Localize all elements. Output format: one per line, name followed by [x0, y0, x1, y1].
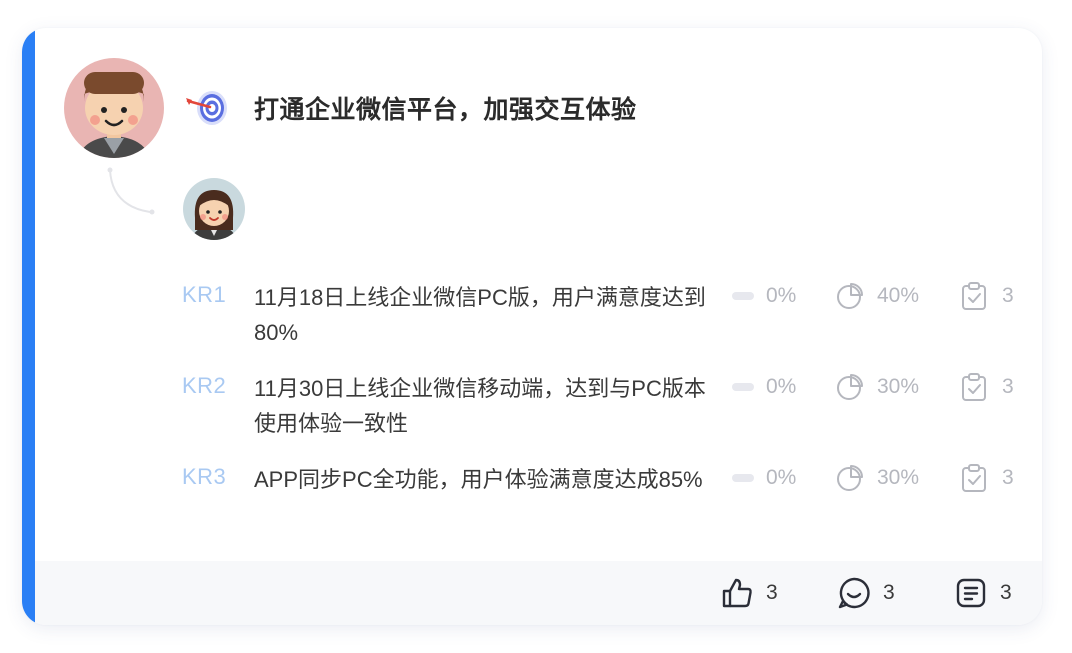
task-count: 3	[1002, 466, 1014, 489]
hierarchy-connector-line	[107, 167, 155, 215]
collaborator-avatar[interactable]	[183, 178, 245, 240]
comment-button[interactable]: 3	[837, 576, 895, 610]
clipboard-check-icon	[962, 464, 986, 492]
progress-bar	[732, 383, 754, 391]
task-count: 3	[1002, 375, 1014, 398]
kr-progress[interactable]: 0%	[732, 282, 796, 310]
kr-row[interactable]: KR2 11月30日上线企业微信移动端，达到与PC版本使用体验一致性 0% 30…	[182, 373, 1022, 453]
task-count: 3	[1002, 284, 1014, 307]
kr-confidence[interactable]: 30%	[835, 373, 919, 401]
clipboard-check-icon	[962, 282, 986, 310]
kr-row[interactable]: KR1 11月18日上线企业微信PC版，用户满意度达到80% 0% 40% 3	[182, 282, 1022, 362]
chat-bubble-icon	[838, 577, 870, 609]
confidence-value: 30%	[877, 466, 920, 489]
kr-tasks[interactable]: 3	[960, 282, 1014, 310]
confidence-value: 40%	[877, 284, 920, 307]
progress-bar	[732, 292, 754, 300]
card-accent-bar	[22, 28, 35, 625]
progress-value: 0%	[766, 466, 797, 489]
owner-avatar[interactable]	[64, 58, 164, 158]
kr-tag: KR3	[182, 464, 227, 489]
objective-header[interactable]: 打通企业微信平台，加强交互体验	[182, 86, 637, 130]
document-lines-icon	[956, 578, 986, 608]
like-count: 3	[766, 581, 778, 604]
kr-text: 11月30日上线企业微信移动端，达到与PC版本使用体验一致性	[254, 376, 706, 436]
kr-progress[interactable]: 0%	[732, 373, 796, 401]
comment-count: 3	[883, 581, 895, 604]
pie-chart-icon	[837, 465, 863, 491]
kr-row[interactable]: KR3 APP同步PC全功能，用户体验满意度达成85% 0% 30% 3	[182, 464, 1022, 544]
kr-tag: KR1	[182, 282, 227, 307]
pie-chart-icon	[837, 283, 863, 309]
target-dart-icon	[186, 91, 227, 125]
notes-count: 3	[1000, 581, 1012, 604]
pie-chart-icon	[837, 374, 863, 400]
kr-text: 11月18日上线企业微信PC版，用户满意度达到80%	[254, 285, 706, 345]
kr-text: APP同步PC全功能，用户体验满意度达成85%	[254, 467, 703, 492]
clipboard-check-icon	[962, 373, 986, 401]
objective-title: 打通企业微信平台，加强交互体验	[254, 96, 637, 124]
notes-button[interactable]: 3	[954, 576, 1012, 610]
card-footer: 3 3 3	[35, 561, 1042, 625]
kr-confidence[interactable]: 40%	[835, 282, 919, 310]
kr-confidence[interactable]: 30%	[835, 464, 919, 492]
thumbs-up-icon	[722, 578, 752, 608]
progress-value: 0%	[766, 284, 797, 307]
like-button[interactable]: 3	[720, 576, 778, 610]
kr-tasks[interactable]: 3	[960, 373, 1014, 401]
confidence-value: 30%	[877, 375, 920, 398]
okr-card[interactable]: 打通企业微信平台，加强交互体验 KR1 11月18日上线企业微信PC版，用户满意…	[22, 28, 1042, 625]
progress-value: 0%	[766, 375, 797, 398]
progress-bar	[732, 474, 754, 482]
kr-progress[interactable]: 0%	[732, 464, 796, 492]
kr-tasks[interactable]: 3	[960, 464, 1014, 492]
kr-tag: KR2	[182, 373, 227, 398]
